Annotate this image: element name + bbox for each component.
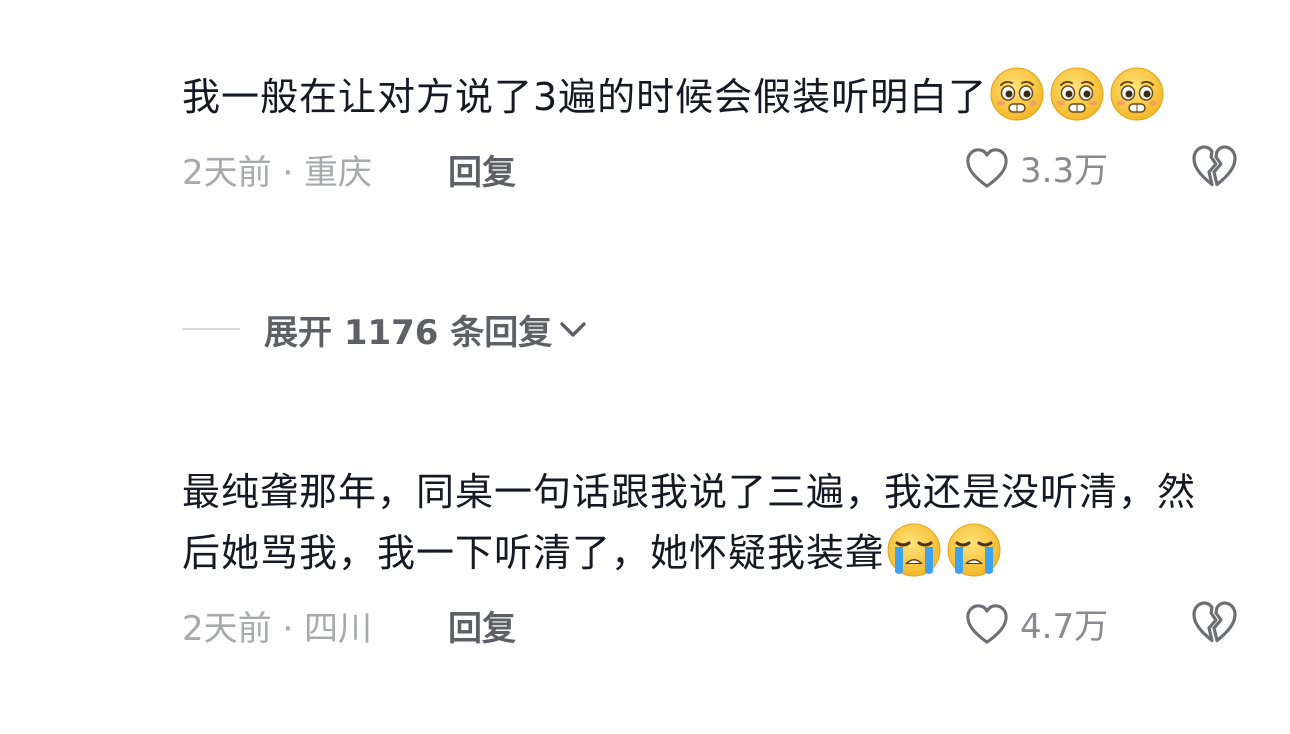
divider-line bbox=[182, 328, 240, 330]
heart-outline-icon bbox=[966, 147, 1008, 188]
like-count: 4.7万 bbox=[1020, 607, 1109, 647]
pleading-face-icon bbox=[989, 66, 1045, 122]
crying-face-icon bbox=[946, 522, 1002, 578]
pleading-face-icon bbox=[1109, 66, 1165, 122]
reply-button[interactable]: 回复 bbox=[448, 601, 516, 650]
broken-heart-icon[interactable] bbox=[1190, 143, 1238, 189]
comment-body: 最纯聋那年，同桌一句话跟我说了三遍，我还是没听清，然后她骂我，我一下听清了，她怀… bbox=[182, 470, 1197, 575]
comment-item: 我一般在让对方说了3遍的时候会假装听明白了 2天前 · 重庆 回复 3.3万 bbox=[182, 66, 1252, 195]
comment-time-location: 2天前 · 四川 bbox=[182, 609, 373, 649]
comment-text: 我一般在让对方说了3遍的时候会假装听明白了 bbox=[182, 66, 1232, 127]
heart-outline-icon bbox=[966, 603, 1008, 644]
bottom-fade-overlay bbox=[940, 660, 1290, 734]
broken-heart-icon[interactable] bbox=[1190, 599, 1238, 645]
pleading-face-icon bbox=[1049, 66, 1105, 122]
reply-button[interactable]: 回复 bbox=[448, 145, 516, 194]
like-button[interactable]: 3.3万 bbox=[964, 143, 1108, 192]
expand-replies[interactable]: 展开 1176 条回复 bbox=[182, 305, 588, 354]
expand-replies-label[interactable]: 展开 1176 条回复 bbox=[264, 305, 552, 354]
like-button[interactable]: 4.7万 bbox=[964, 599, 1108, 648]
comment-body: 我一般在让对方说了3遍的时候会假装听明白了 bbox=[182, 75, 988, 119]
comment-text: 最纯聋那年，同桌一句话跟我说了三遍，我还是没听清，然后她骂我，我一下听清了，她怀… bbox=[182, 462, 1232, 583]
like-count: 3.3万 bbox=[1020, 151, 1109, 191]
chevron-down-icon[interactable] bbox=[558, 318, 588, 340]
comment-item: 最纯聋那年，同桌一句话跟我说了三遍，我还是没听清，然后她骂我，我一下听清了，她怀… bbox=[182, 462, 1252, 651]
comment-time-location: 2天前 · 重庆 bbox=[182, 153, 373, 193]
comment-meta: 2天前 · 四川 回复 4.7万 bbox=[182, 591, 1252, 651]
crying-face-icon bbox=[886, 522, 942, 578]
comment-meta: 2天前 · 重庆 回复 3.3万 bbox=[182, 135, 1252, 195]
